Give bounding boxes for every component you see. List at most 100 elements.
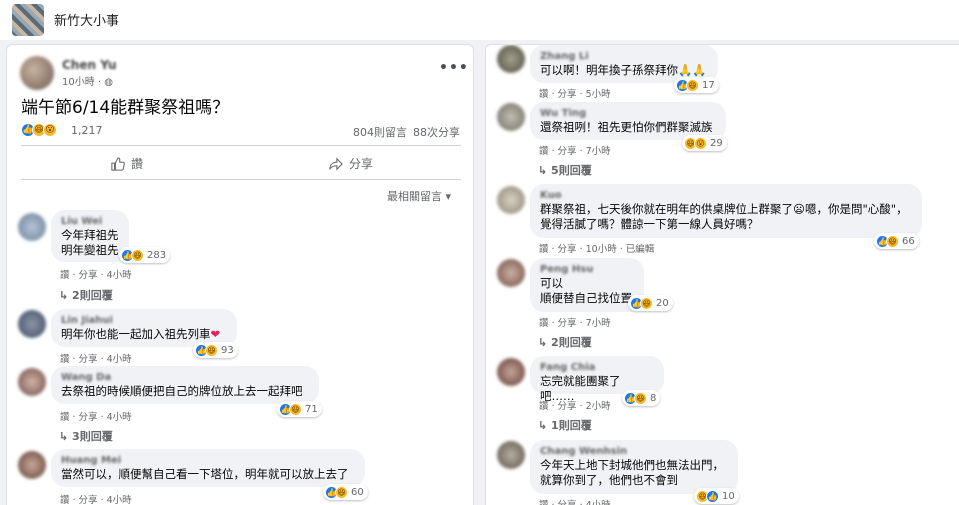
comment-reactions[interactable]: 😆 👍 10 [694,488,739,504]
comment-author[interactable]: Huang Mei [61,455,355,467]
divider [21,179,461,180]
reaction-count: 60 [351,486,364,498]
comment-author[interactable]: Wang Da [61,372,309,384]
replies-label: 5則回覆 [551,164,592,177]
comment-count[interactable]: 804則留言 [353,124,407,140]
haha-reaction-icon: 😆 [686,78,699,92]
replies-label: 2則回覆 [551,336,592,349]
haha-reaction-icon: 😆 [886,234,899,248]
comment-text: 今年拜祖先 明年變祖先 [61,228,119,257]
haha-reaction-icon: 😆 [131,248,144,262]
reply-arrow-icon: ↳ [59,289,73,302]
comment-actions[interactable]: 讚 · 分享 · 4小時 [60,351,132,365]
reaction-count: 10 [722,490,735,502]
comment-reactions[interactable]: 👍 😆 71 [277,401,322,417]
reply-arrow-icon: ↳ [538,164,552,177]
comment-bubble: Chang Wenhsin 今年天上地下封城他們也無法出門， 就算你到了，他們也… [530,440,738,494]
comment-author[interactable]: Liu Wei [61,216,119,228]
reaction-count: 283 [147,249,167,261]
page-name[interactable]: 新竹大小事 [54,10,119,29]
comment-reactions[interactable]: 👍 😆 20 [628,295,673,311]
comment-reactions[interactable]: 😆 😮 29 [682,135,727,151]
avatar[interactable] [497,358,525,386]
page-avatar[interactable] [12,4,44,36]
avatar[interactable] [18,368,46,396]
comment-reactions[interactable]: 👍 😆 17 [674,77,719,93]
comment-text: 還祭祖咧！祖先更怕你們群聚滅族 [540,120,713,134]
comment-actions[interactable]: 讚 · 分享 · 5小時 [539,86,611,100]
share-button[interactable]: 分享 [329,155,373,172]
comment-actions[interactable]: 讚 · 分享 · 4小時 [60,267,132,281]
reaction-count[interactable]: 1,217 [71,124,103,137]
reaction-count: 71 [305,403,318,415]
comment-actions[interactable]: 讚 · 分享 · 7小時 [539,315,611,329]
comment-text: 可以啊！明年換子孫祭拜你🙏🙏 [540,63,707,77]
comment-reactions[interactable]: 👍 😆 93 [193,342,238,358]
comment-author[interactable]: Lin Jiahui [61,315,227,327]
haha-reaction-icon: 😆 [335,485,348,499]
wow-reaction-icon: 😮 [43,123,57,137]
reaction-count: 29 [710,137,723,149]
like-button[interactable]: 讚 [111,155,143,172]
reply-arrow-icon: ↳ [59,430,73,443]
thumbs-up-icon [111,156,125,171]
post-card: Chen Yu 10小時 · ◍ ••• 端午節6/14能群聚祭祖嗎？ 👍 😆 … [6,44,474,505]
view-replies-link[interactable]: ↳ 2則回覆 [538,334,592,350]
comment-bubble: Peng Hsu 可以 順便替自己找位置 [530,258,644,312]
comment-actions[interactable]: 讚 · 分享 · 4小時 [539,497,611,505]
comment-actions[interactable]: 讚 · 分享 · 7小時 [539,143,611,157]
comment-actions[interactable]: 讚 · 分享 · 2小時 [539,398,611,412]
comment-actions[interactable]: 讚 · 分享 · 10小時 · 已編輯 [539,241,654,255]
post-reaction-icons[interactable]: 👍 😆 😮 [21,123,57,137]
share-arrow-icon [329,156,343,171]
avatar[interactable] [497,186,525,214]
avatar[interactable] [497,103,525,131]
post-time-text: 10小時 · [62,77,105,88]
reaction-count: 20 [656,297,669,309]
replies-label: 3則回覆 [72,430,113,443]
view-replies-link[interactable]: ↳ 1則回覆 [538,417,592,433]
comment-bubble: Huang Mei 當然可以，順便幫自己看一下塔位，明年就可以放上去了 [51,449,365,487]
comment-actions[interactable]: 讚 · 分享 · 4小時 [60,409,132,423]
sort-dropdown[interactable]: 最相關留言 ▾ [387,188,451,204]
view-replies-link[interactable]: ↳ 2則回覆 [59,287,113,303]
reaction-count: 17 [702,79,715,91]
comment-bubble: Liu Wei 今年拜祖先 明年變祖先 [51,210,129,262]
comment-reactions[interactable]: 👍 😆 60 [323,484,368,500]
comment-reactions[interactable]: 👍 😆 66 [874,233,919,249]
haha-reaction-icon: 😆 [640,296,653,310]
author-avatar[interactable] [20,56,54,90]
globe-icon: ◍ [104,77,113,88]
divider [21,145,461,146]
reply-arrow-icon: ↳ [538,336,552,349]
reaction-count: 93 [221,344,234,356]
view-replies-link[interactable]: ↳ 5則回覆 [538,162,592,178]
share-count[interactable]: 88次分享 [413,124,460,140]
replies-label: 1則回覆 [551,419,592,432]
avatar[interactable] [18,213,46,241]
comment-author[interactable]: Kuo [540,190,912,202]
comment-reactions[interactable]: 👍 😆 8 [622,390,661,406]
avatar[interactable] [497,441,525,469]
comment-reactions[interactable]: 👍 😆 283 [119,247,171,263]
comment-author[interactable]: Chang Wenhsin [540,446,728,458]
comment-text: 當然可以，順便幫自己看一下塔位，明年就可以放上去了 [61,467,349,481]
more-dots-icon[interactable]: ••• [439,60,469,76]
post-text: 端午節6/14能群聚祭祖嗎？ [21,98,230,118]
comment-actions[interactable]: 讚 · 分享 · 4小時 [60,492,132,505]
comment-author[interactable]: Peng Hsu [540,264,634,276]
comment-author[interactable]: Zhang Li [540,51,708,63]
avatar[interactable] [18,451,46,479]
post-time[interactable]: 10小時 · ◍ [62,73,113,88]
view-replies-link[interactable]: ↳ 3則回覆 [59,428,113,444]
haha-reaction-icon: 😆 [634,391,647,405]
heart-icon: ❤ [210,327,221,341]
avatar[interactable] [497,259,525,287]
comment-author[interactable]: Wu Ting [540,108,716,120]
avatar[interactable] [497,45,525,73]
comment-bubble: Fang Chia 忘完就能團聚了吧…… [530,356,664,403]
comment-author[interactable]: Fang Chia [540,362,654,374]
avatar[interactable] [18,310,46,338]
post-author[interactable]: Chen Yu [62,58,117,72]
haha-reaction-icon: 😆 [289,402,302,416]
